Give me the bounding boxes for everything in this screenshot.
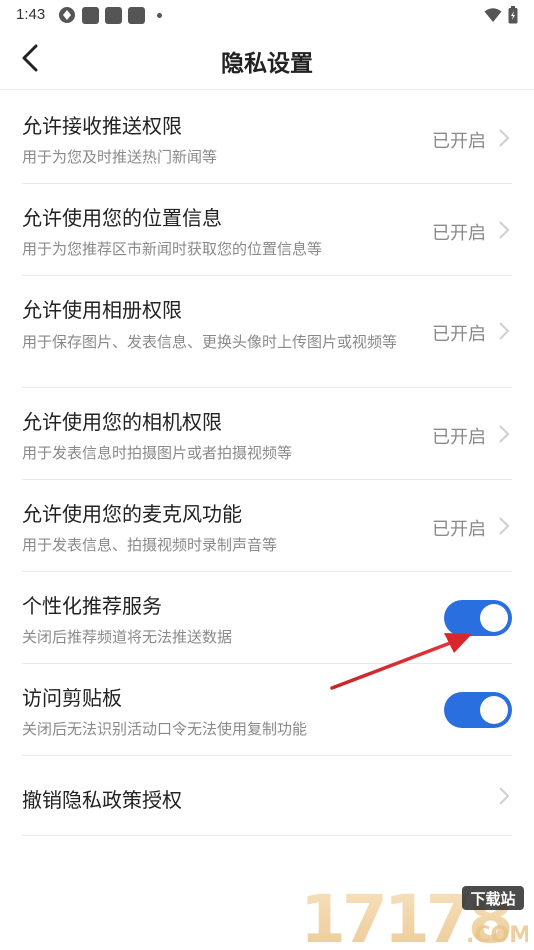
setting-title: 允许使用您的麦克风功能 xyxy=(22,502,242,526)
privacy-settings-list: 允许接收推送权限 用于为您及时推送热门新闻等 已开启 允许使用您的位置信息 用于… xyxy=(0,92,534,836)
setting-row-camera[interactable]: 允许使用您的相机权限 用于发表信息时拍摄图片或者拍摄视频等 已开启 xyxy=(22,388,512,480)
setting-status: 已开启 xyxy=(432,324,486,345)
wifi-icon xyxy=(484,8,502,22)
chevron-right-icon xyxy=(499,425,510,443)
setting-status: 已开启 xyxy=(432,427,486,448)
setting-description: 用于发表信息、拍摄视频时录制声音等 xyxy=(22,536,278,554)
setting-row-location[interactable]: 允许使用您的位置信息 用于为您推荐区市新闻时获取您的位置信息等 已开启 xyxy=(22,184,512,276)
setting-description: 用于发表信息时拍摄图片或者拍摄视频等 xyxy=(22,444,293,462)
chevron-right-icon xyxy=(499,517,510,535)
site-watermark: 17178 下载站 .COM xyxy=(298,881,531,950)
chevron-right-icon xyxy=(499,322,510,340)
toggle-knob xyxy=(480,696,508,724)
status-time: 1:43 xyxy=(16,6,46,23)
setting-status: 已开启 xyxy=(432,223,486,244)
battery-icon xyxy=(508,6,518,24)
setting-description: 用于为您推荐区市新闻时获取您的位置信息等 xyxy=(22,240,323,258)
annotation-arrow-icon xyxy=(330,633,472,690)
setting-title: 允许使用相册权限 xyxy=(22,298,182,322)
setting-description: 用于为您及时推送热门新闻等 xyxy=(22,148,218,166)
notification-square-icon xyxy=(105,6,122,24)
watermark-tag-text: 下载站 xyxy=(470,890,515,908)
setting-title: 撤销隐私政策授权 xyxy=(22,788,182,812)
status-system-icons xyxy=(484,6,518,24)
notification-square-icon xyxy=(128,6,145,24)
setting-row-push[interactable]: 允许接收推送权限 用于为您及时推送热门新闻等 已开启 xyxy=(22,92,512,184)
toggle-knob xyxy=(480,604,508,632)
setting-description: 关闭后无法识别活动口令无法使用复制功能 xyxy=(22,720,308,738)
app-header: 隐私设置 xyxy=(0,30,534,90)
chevron-right-icon xyxy=(499,129,510,147)
status-notification-icons xyxy=(58,6,162,24)
setting-title: 允许使用您的位置信息 xyxy=(22,206,222,230)
watermark-domain-text: .COM xyxy=(466,923,528,948)
status-bar: 1:43 xyxy=(0,0,534,30)
page-title: 隐私设置 xyxy=(221,51,313,77)
setting-row-album[interactable]: 允许使用相册权限 用于保存图片、发表信息、更换头像时上传图片或视频等 已开启 xyxy=(22,276,512,388)
setting-status: 已开启 xyxy=(432,519,486,540)
setting-title: 个性化推荐服务 xyxy=(22,594,162,618)
setting-row-microphone[interactable]: 允许使用您的麦克风功能 用于发表信息、拍摄视频时录制声音等 已开启 xyxy=(22,480,512,572)
notification-square-icon xyxy=(82,6,99,24)
watermark-logo-icon: 17178 下载站 .COM xyxy=(300,881,531,950)
setting-description: 用于保存图片、发表信息、更换头像时上传图片或视频等 xyxy=(22,333,398,351)
setting-title: 允许接收推送权限 xyxy=(22,114,182,138)
more-notifications-dot-icon xyxy=(157,12,162,18)
setting-title: 允许使用您的相机权限 xyxy=(22,410,222,434)
chevron-right-icon xyxy=(499,221,510,239)
setting-row-revoke[interactable]: 撤销隐私政策授权 xyxy=(22,756,512,836)
setting-status: 已开启 xyxy=(432,131,486,152)
chevron-right-icon xyxy=(499,787,510,805)
app-notification-icon xyxy=(59,7,75,23)
setting-title: 访问剪贴板 xyxy=(22,686,122,710)
